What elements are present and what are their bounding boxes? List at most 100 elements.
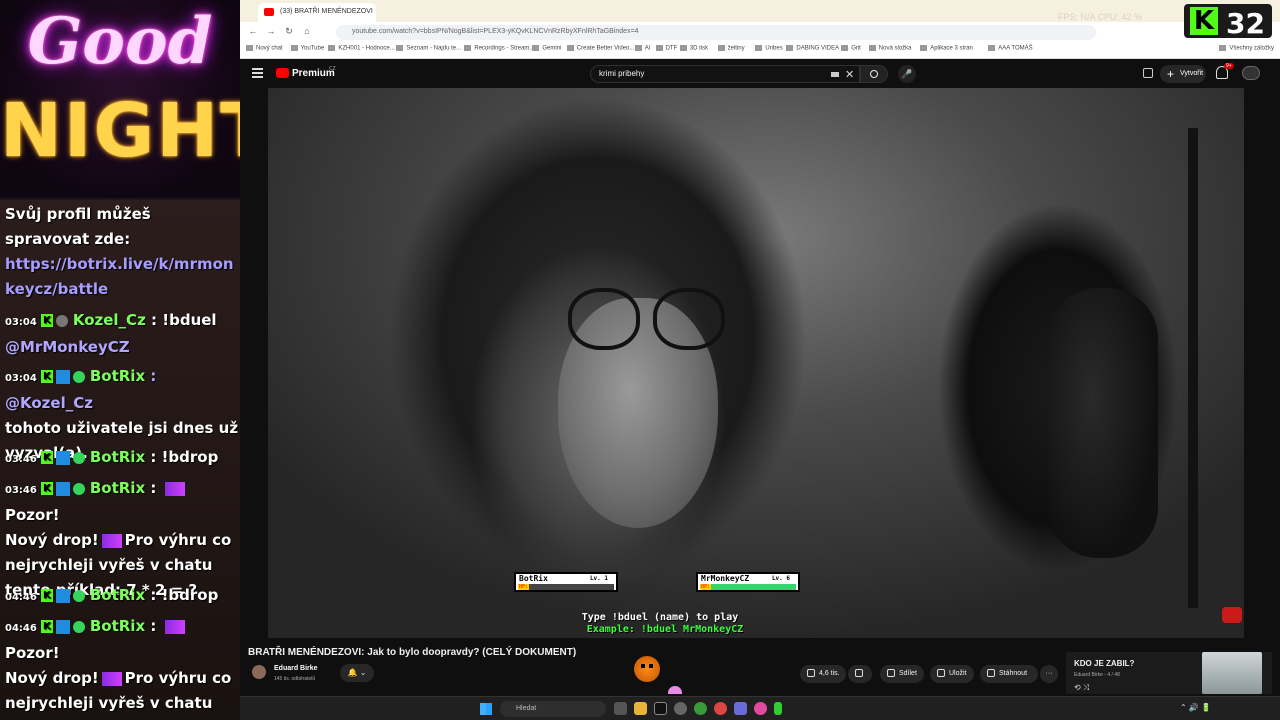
chat-message: Svůj profil můžeš spravovat zde: https:/… [5, 202, 239, 302]
hamburger-menu-icon[interactable] [252, 68, 263, 78]
duel-player2-level: Lv. 6 [771, 575, 790, 582]
bookmark-item[interactable]: AAA TOMÁŠ [988, 45, 1032, 52]
browser-window: (33) BRATŘI MENÉNDEZOVI FPS: N/A CPU: 42… [240, 0, 1280, 720]
kick-badge-icon: K [40, 620, 53, 633]
duel-player1-hpbar: HP: [518, 584, 614, 590]
chat-message: 04:46 K BotRix : !bdrop [5, 583, 239, 610]
like-button[interactable]: 4,6 tis. [800, 665, 846, 683]
bookmark-item[interactable]: AI [635, 45, 651, 52]
chat-time: 03:46 [5, 485, 37, 496]
bookmark-item[interactable]: Všechny záložky [1219, 45, 1274, 52]
chat-username[interactable]: BotRix [90, 586, 145, 604]
reload-icon[interactable]: ↻ [284, 26, 294, 36]
xbox-icon[interactable] [694, 702, 707, 715]
create-button[interactable]: Vytvořit [1160, 65, 1206, 83]
share-button[interactable]: Sdílet [880, 665, 924, 683]
search-button[interactable] [860, 65, 888, 83]
chat-username[interactable]: BotRix [90, 448, 145, 466]
settings-icon[interactable] [674, 702, 687, 715]
address-bar: ← → ↻ ⌂ youtube.com/watch?v=bbsIPN/NogB&… [240, 22, 1280, 42]
download-button[interactable]: Stáhnout [980, 665, 1038, 683]
bookmark-item[interactable]: Nová složka [869, 45, 912, 52]
account-avatar[interactable] [1242, 66, 1260, 80]
bookmark-item[interactable]: 3D tisk [680, 45, 708, 52]
loop-shuffle-icons[interactable]: ⟲ ⤨ [1074, 683, 1089, 693]
taskbar-search-input[interactable]: Hledat [500, 701, 606, 717]
chat-time: 03:46 [5, 454, 37, 465]
channel-avatar[interactable] [252, 665, 266, 679]
bookmark-item[interactable]: želtiny [718, 45, 745, 52]
chat-link[interactable]: https://botrix.live/k/mrmonkeycz/battle [5, 255, 234, 298]
chat-text: Pozor! [5, 506, 60, 524]
save-icon [937, 669, 945, 678]
chat-text: Nový drop! [5, 531, 99, 549]
tab-bar: (33) BRATŘI MENÉNDEZOVI FPS: N/A CPU: 42… [240, 0, 1280, 22]
chat-panel: Svůj profil můžeš spravovat zde: https:/… [0, 200, 240, 720]
save-button[interactable]: Uložit [930, 665, 974, 683]
emote-icon [101, 533, 122, 548]
dislike-button[interactable] [848, 665, 872, 683]
verified-badge-icon [72, 620, 85, 633]
chat-username[interactable]: BotRix [90, 617, 145, 635]
notification-count: 9+ [1224, 63, 1234, 69]
url-field[interactable]: youtube.com/watch?v=bbsIPN/NogB&list=PLE… [336, 25, 1096, 40]
bookmark-item[interactable]: DABING VIDEA [786, 45, 839, 52]
bookmark-item[interactable]: Aplikace 3 stran [920, 45, 973, 52]
chat-time: 03:04 [5, 373, 37, 384]
bookmark-item[interactable]: Seznam - Najdu te... [396, 45, 461, 52]
browser-tab[interactable]: (33) BRATŘI MENÉNDEZOVI [258, 3, 376, 22]
chat-username[interactable]: BotRix [90, 479, 145, 497]
subscription-bell-button[interactable]: 🔔 ⌄ [340, 664, 374, 682]
video-player[interactable] [268, 88, 1244, 638]
system-tray[interactable]: ⌃ 🔊 🔋 [1180, 703, 1211, 712]
app-icon[interactable] [754, 702, 767, 715]
voice-search-button[interactable]: 🎤 [898, 65, 916, 83]
file-explorer-icon[interactable] [634, 702, 647, 715]
chat-message: 04:46 K BotRix : Pozor! Nový drop! Pro výhr… [5, 614, 239, 720]
suggested-video[interactable]: KDO JE ZABIL? Eduard Birke - 4 / 48 ⟲ ⤨ [1066, 652, 1272, 694]
channel-subscribers: 145 tis. odběratelů [274, 676, 316, 682]
chat-message: 03:46 K BotRix : !bdrop [5, 445, 239, 472]
cast-icon[interactable] [1143, 68, 1153, 78]
keyboard-icon[interactable] [831, 72, 839, 77]
bot-badge-icon [55, 450, 70, 465]
search-input[interactable]: krimi pribehy ✕ [590, 65, 860, 83]
chat-time: 04:46 [5, 623, 37, 634]
youtube-logo-icon[interactable] [276, 68, 289, 78]
bookmark-item[interactable]: Nový chat [246, 45, 283, 52]
chat-username[interactable]: BotRix [90, 367, 145, 385]
youtube-watermark-icon[interactable] [1222, 607, 1242, 623]
windows-start-icon[interactable] [480, 703, 492, 715]
chat-username[interactable]: Kozel_Cz [73, 311, 146, 329]
bookmark-item[interactable]: YouTube [291, 45, 325, 52]
verified-badge-icon [72, 589, 85, 602]
clear-icon[interactable]: ✕ [845, 68, 854, 81]
bookmark-item[interactable]: Grit [841, 45, 861, 52]
bookmarks-bar: Nový chat YouTube KZH001 - Hodnoce... Sezna… [240, 42, 1280, 59]
bookmark-item[interactable]: Create Better Video... [567, 45, 635, 52]
home-icon[interactable]: ⌂ [302, 26, 312, 36]
bookmark-item[interactable]: DTF [656, 45, 678, 52]
chrome-icon[interactable] [714, 702, 727, 715]
task-view-icon[interactable] [614, 702, 627, 715]
bot-badge-icon [55, 369, 70, 384]
suggested-video-title: KDO JE ZABIL? [1074, 659, 1135, 668]
duel-player2-name: MrMonkeyCZ [701, 574, 750, 583]
tiktok-icon[interactable] [654, 702, 667, 715]
discord-icon[interactable] [734, 702, 747, 715]
channel-name[interactable]: Eduard Birke [274, 665, 318, 672]
suggested-video-thumbnail[interactable] [1202, 652, 1262, 694]
bookmark-item[interactable]: KZH001 - Hodnoce... [328, 45, 394, 52]
kick-badge-icon: K [40, 370, 53, 383]
bookmark-item[interactable]: Gemini [532, 45, 561, 52]
bot-badge-icon [55, 619, 70, 634]
kick-logo-icon: K [1190, 7, 1218, 35]
play-icon[interactable] [774, 702, 782, 715]
bookmark-item[interactable]: Recordings - Stream... [464, 45, 534, 52]
forward-icon[interactable]: → [266, 26, 276, 36]
bookmark-item[interactable]: Unbes [755, 45, 782, 52]
back-icon[interactable]: ← [248, 26, 258, 36]
more-actions-button[interactable]: ··· [1040, 665, 1058, 683]
chat-text: : !bdrop [150, 448, 219, 466]
pumpkin-emote-icon [634, 656, 660, 682]
